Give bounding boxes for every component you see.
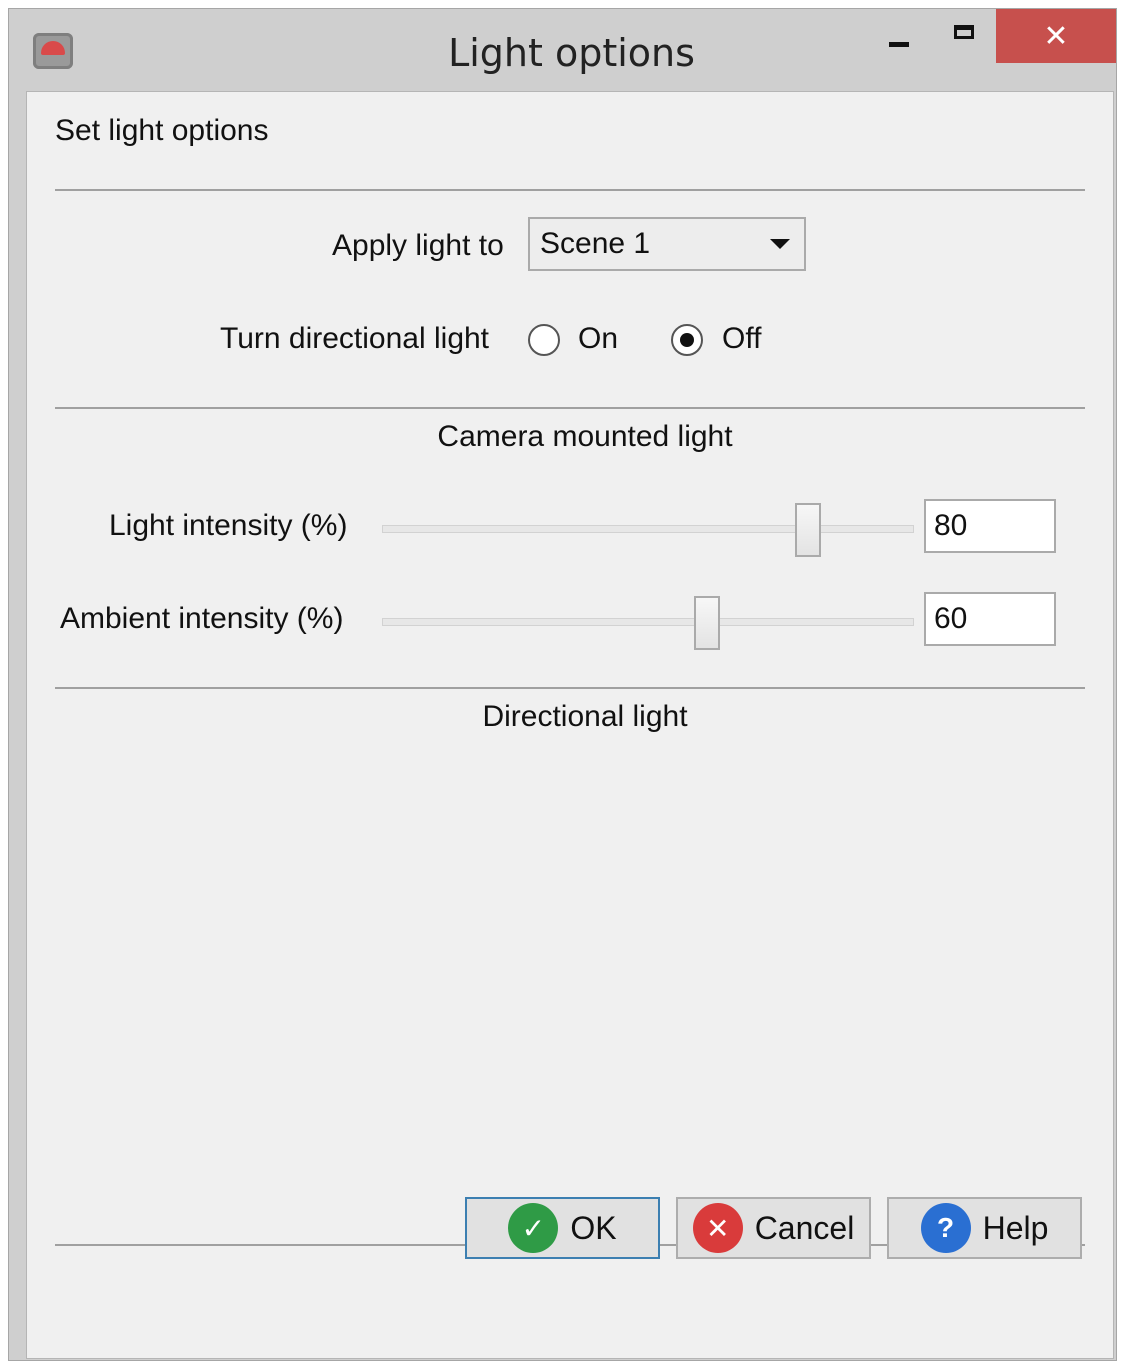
- dialog-description: Set light options: [55, 114, 269, 147]
- apply-light-label: Apply light to: [332, 229, 504, 262]
- radio-on-label[interactable]: On: [578, 322, 618, 356]
- light-intensity-label: Light intensity (%): [109, 509, 348, 542]
- chevron-down-icon: [770, 239, 790, 249]
- ok-button[interactable]: ✓ OK: [465, 1197, 660, 1259]
- camera-section-title: Camera mounted light: [437, 420, 733, 453]
- light-intensity-slider[interactable]: [382, 501, 914, 561]
- slider-thumb[interactable]: [693, 596, 720, 650]
- light-intensity-input[interactable]: 80: [924, 499, 1056, 553]
- separator: [55, 407, 1085, 409]
- ambient-intensity-input[interactable]: 60: [924, 592, 1056, 646]
- x-circle-icon: ✕: [692, 1203, 743, 1253]
- separator: [55, 687, 1085, 689]
- light-options-dialog: Light options ✕ Set light options Apply …: [8, 8, 1117, 1361]
- help-button-label: Help: [982, 1209, 1049, 1246]
- ambient-intensity-label: Ambient intensity (%): [60, 602, 344, 635]
- minimize-icon: [889, 41, 909, 47]
- ambient-intensity-slider[interactable]: [382, 594, 914, 654]
- slider-track: [382, 618, 914, 626]
- directional-light-label: Turn directional light: [220, 322, 490, 355]
- slider-thumb[interactable]: [794, 503, 821, 557]
- help-button[interactable]: ? Help: [887, 1197, 1082, 1259]
- minimize-button[interactable]: [869, 9, 929, 65]
- radio-off[interactable]: [671, 324, 703, 356]
- close-icon: ✕: [1043, 19, 1069, 53]
- scene-select-value: Scene 1: [540, 227, 651, 260]
- question-icon: ?: [920, 1203, 971, 1253]
- close-button[interactable]: ✕: [996, 9, 1116, 63]
- maximize-icon: [954, 25, 974, 39]
- separator: [55, 189, 1085, 191]
- radio-off-label[interactable]: Off: [722, 322, 761, 356]
- cancel-button-label: Cancel: [754, 1209, 855, 1246]
- ok-button-label: OK: [570, 1209, 617, 1246]
- maximize-button[interactable]: [934, 9, 994, 65]
- title-bar[interactable]: Light options ✕: [9, 9, 1116, 91]
- check-icon: ✓: [508, 1203, 559, 1253]
- dialog-content: Set light options Apply light to Scene 1…: [26, 91, 1114, 1359]
- scene-select[interactable]: Scene 1: [528, 217, 806, 271]
- slider-track: [382, 525, 914, 533]
- cancel-button[interactable]: ✕ Cancel: [676, 1197, 871, 1259]
- radio-on[interactable]: [528, 324, 560, 356]
- directional-section-title: Directional light: [482, 700, 688, 733]
